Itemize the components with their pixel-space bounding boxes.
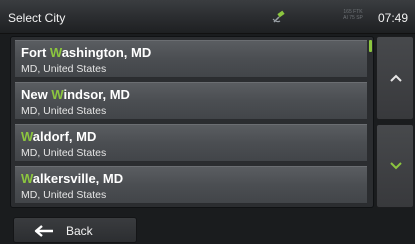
chevron-up-icon xyxy=(390,74,402,82)
scroll-position-indicator xyxy=(369,40,372,52)
city-region: MD, United States xyxy=(21,63,107,75)
city-region: MD, United States xyxy=(21,105,107,117)
list-item[interactable]: Walkersville, MD MD, United States xyxy=(15,166,367,204)
back-label: Back xyxy=(66,224,93,238)
satellite-icon xyxy=(272,10,285,23)
bottom-bar: Back xyxy=(0,213,415,244)
city-name: New Windsor, MD xyxy=(21,87,130,102)
list-item[interactable]: Fort Washington, MD MD, United States xyxy=(15,40,367,78)
city-name: Walkersville, MD xyxy=(21,171,124,186)
scroll-up-button[interactable] xyxy=(376,36,414,120)
city-region: MD, United States xyxy=(21,189,107,201)
chevron-down-icon xyxy=(390,162,402,170)
city-region: MD, United States xyxy=(21,147,107,159)
top-bar: Select City 165 FTK AI 75 SP 07:49 xyxy=(0,0,415,34)
clock: 07:49 xyxy=(377,11,408,25)
city-list: Fort Washington, MD MD, United States Ne… xyxy=(10,36,374,208)
arrow-left-icon xyxy=(34,225,53,237)
city-name: Waldorf, MD xyxy=(21,129,97,144)
list-item[interactable]: Waldorf, MD MD, United States xyxy=(15,124,367,162)
scroll-down-button[interactable] xyxy=(376,124,414,208)
page-title: Select City xyxy=(8,11,66,25)
back-button[interactable]: Back xyxy=(13,217,137,243)
list-item[interactable]: New Windsor, MD MD, United States xyxy=(15,82,367,120)
city-name: Fort Washington, MD xyxy=(21,45,152,60)
speed-indicator: 165 FTK AI 75 SP xyxy=(343,9,363,21)
